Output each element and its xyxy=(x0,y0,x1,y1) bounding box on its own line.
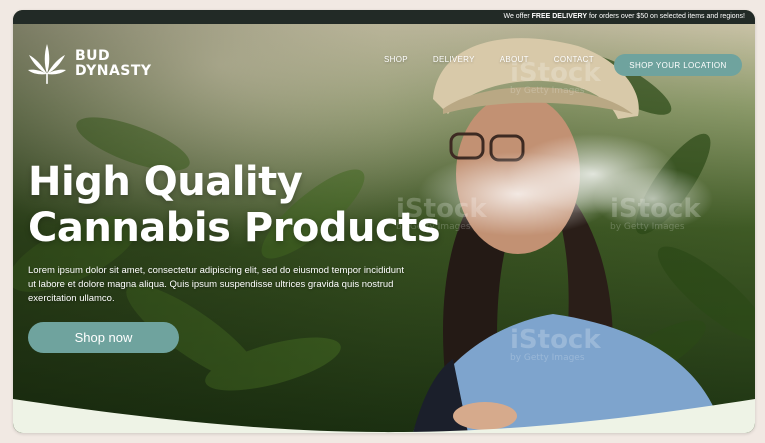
hero-headline-line-1: High Quality xyxy=(28,159,303,205)
promo-suffix: for orders over $50 on selected items an… xyxy=(588,13,745,20)
shop-now-button[interactable]: Shop now xyxy=(28,322,179,353)
site-logo[interactable]: BUD DYNASTY xyxy=(27,42,152,86)
brand-line-2: DYNASTY xyxy=(75,63,152,79)
promo-bar: We offer FREE DELIVERY for orders over $… xyxy=(13,10,755,24)
brand-name: BUD DYNASTY xyxy=(75,49,152,79)
hero-headline-line-2: Cannabis Products xyxy=(28,205,441,251)
cannabis-leaf-icon xyxy=(28,44,66,84)
hero-description: Lorem ipsum dolor sit amet, consectetur … xyxy=(28,265,404,304)
promo-prefix: We offer xyxy=(503,13,530,20)
promo-highlight: FREE DELIVERY xyxy=(531,13,588,20)
nav-link-delivery[interactable]: DELIVERY xyxy=(433,55,475,64)
shop-your-location-button[interactable]: SHOP YOUR LOCATION xyxy=(614,54,742,76)
nav-link-contact[interactable]: CONTACT xyxy=(554,55,594,64)
hero-section: iStock by Getty Images iStock by Getty I… xyxy=(13,24,755,433)
hero-headline: High Quality Cannabis Products xyxy=(28,159,441,251)
brand-line-1: BUD xyxy=(75,48,111,64)
main-nav: SHOP DELIVERY ABOUT CONTACT xyxy=(384,55,594,64)
hero-bottom-wave xyxy=(13,399,755,433)
nav-link-about[interactable]: ABOUT xyxy=(500,55,529,64)
browser-viewport: We offer FREE DELIVERY for orders over $… xyxy=(13,10,755,433)
nav-link-shop[interactable]: SHOP xyxy=(384,55,408,64)
